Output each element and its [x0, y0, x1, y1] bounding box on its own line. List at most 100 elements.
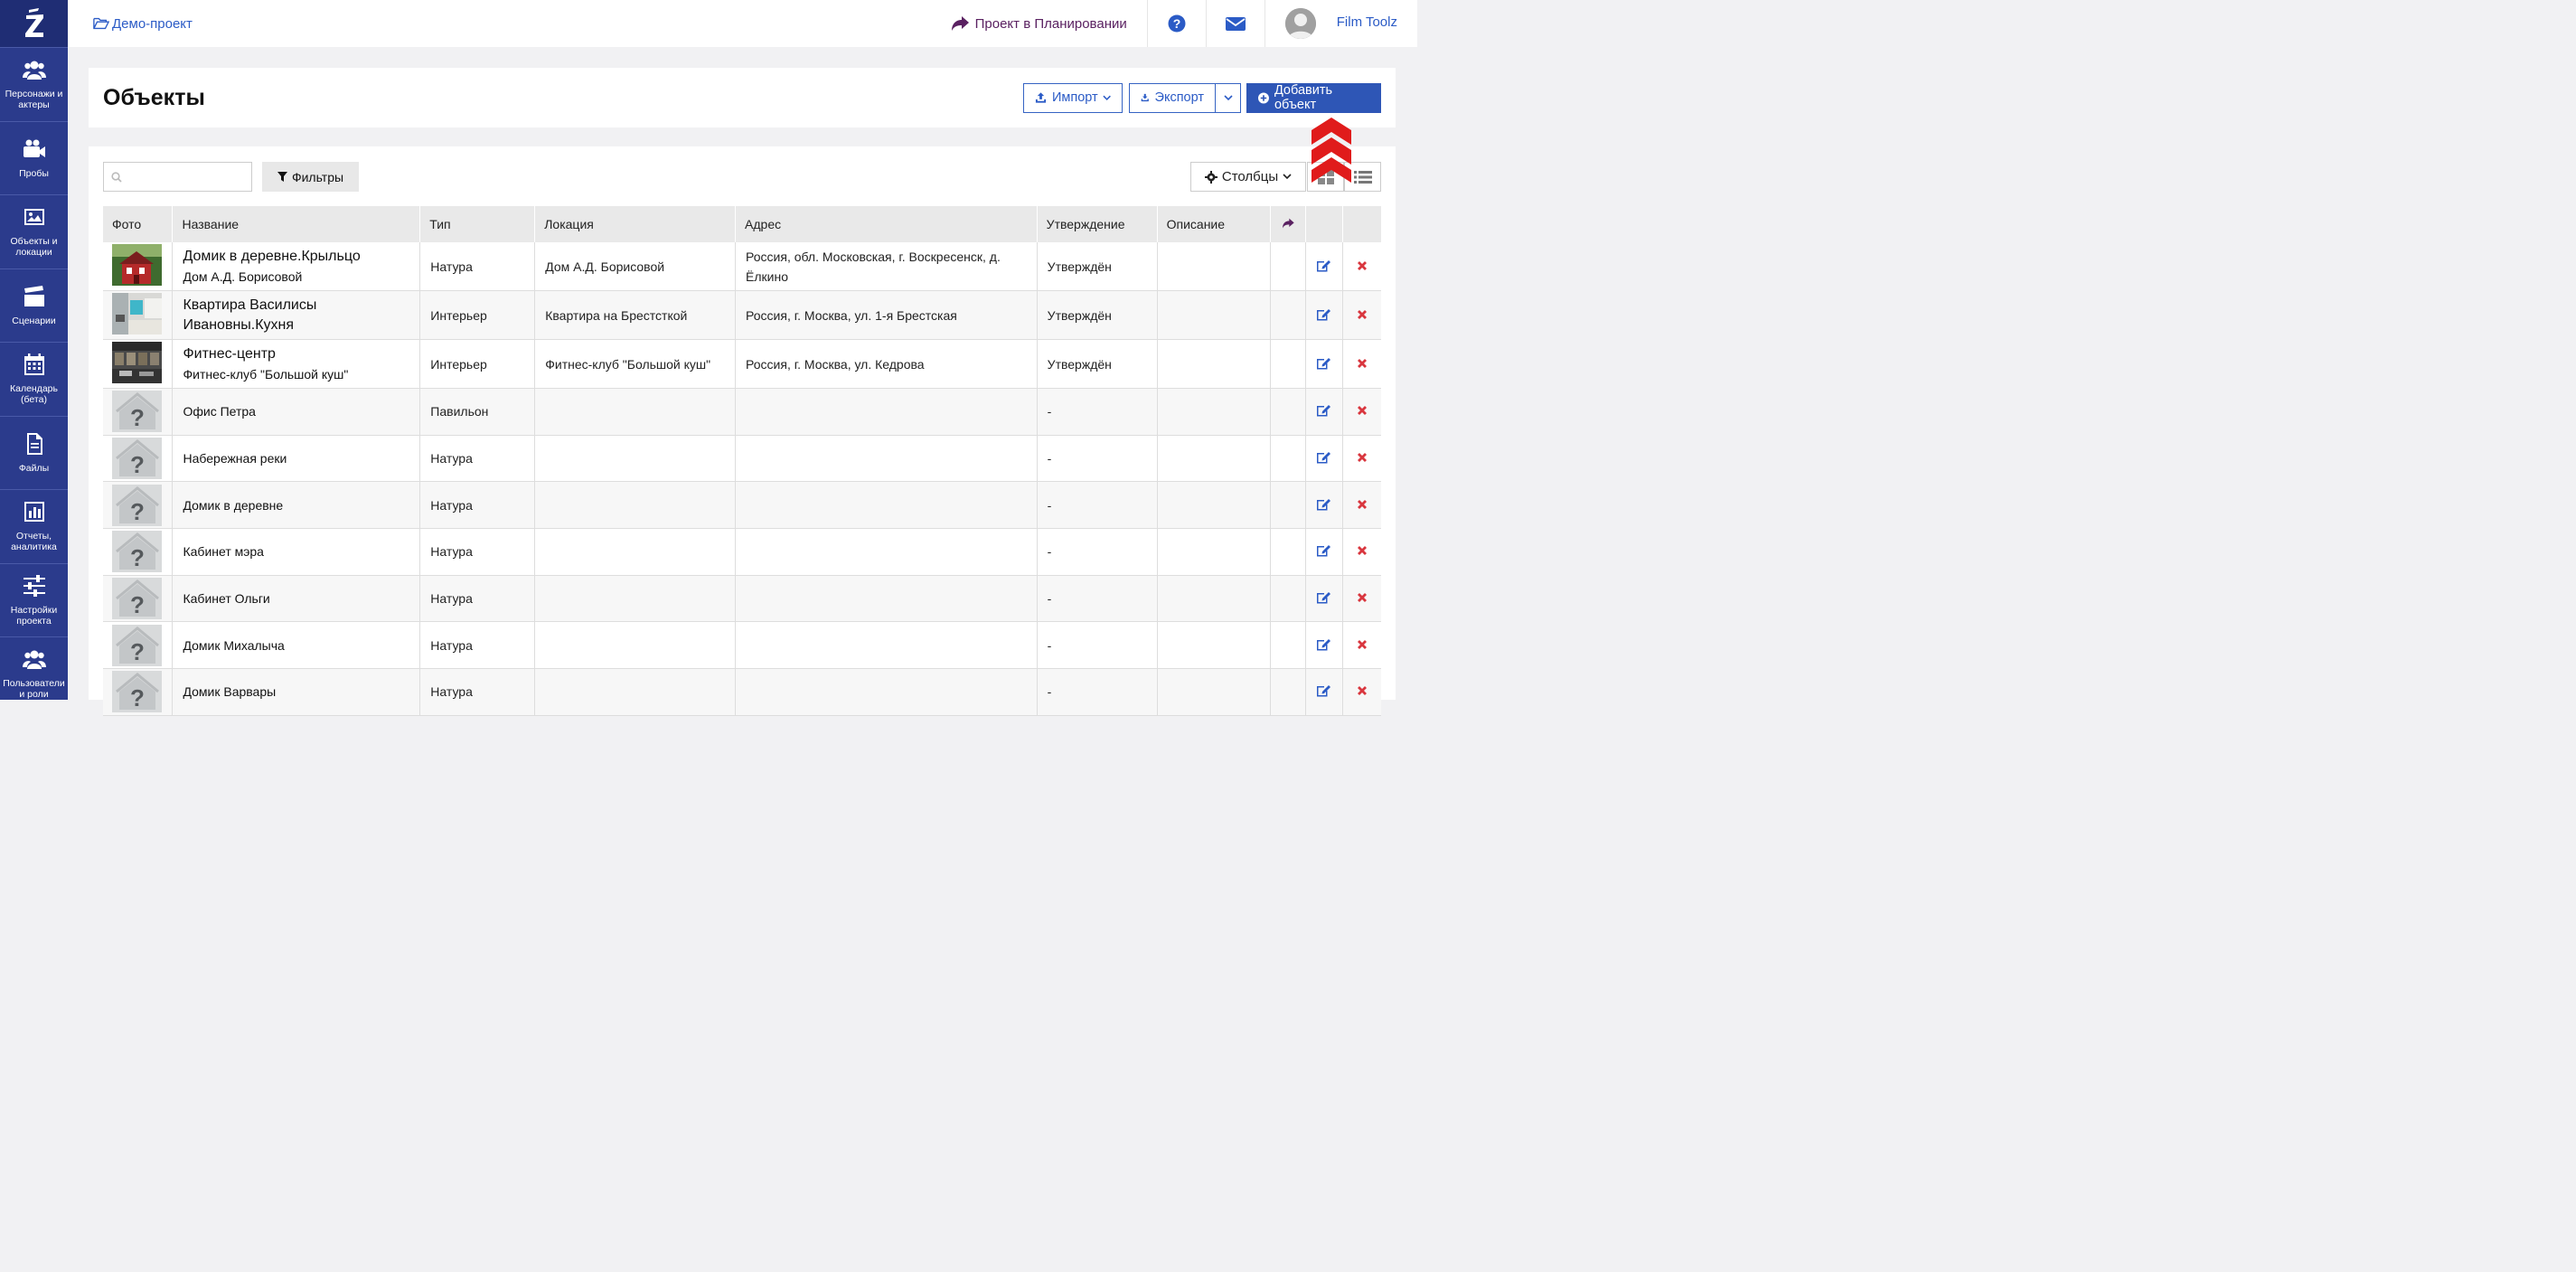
column-header-description[interactable]: Описание — [1157, 206, 1271, 242]
column-header-photo[interactable]: Фото — [103, 206, 174, 242]
photo-cell[interactable]: ? — [103, 668, 174, 716]
share-arrow-icon — [951, 16, 969, 31]
add-object-button[interactable]: Добавить объект — [1246, 82, 1381, 113]
edit-icon[interactable] — [1316, 590, 1331, 604]
photo-cell[interactable]: ? — [103, 621, 174, 670]
svg-text:?: ? — [1172, 16, 1180, 31]
page-header: Объекты Импорт Экспорт Добавить объект — [89, 68, 1396, 127]
filters-button[interactable]: Фильтры — [262, 162, 359, 192]
type-cell: Натура — [419, 242, 536, 291]
table-row[interactable]: ? Кабинет Ольги Натура - — [103, 575, 1381, 623]
sidebar-item-characters[interactable]: Персонажи и актеры — [0, 47, 68, 121]
delete-icon[interactable] — [1357, 592, 1368, 603]
export-options-button[interactable] — [1216, 82, 1241, 113]
export-button[interactable]: Экспорт — [1129, 82, 1216, 113]
object-subtitle[interactable]: Домик Михалыча — [183, 636, 409, 655]
table-row[interactable]: ? Кабинет мэра Натура - — [103, 528, 1381, 576]
sidebar-item-calendar[interactable]: Календарь (бета) — [0, 342, 68, 416]
edit-icon[interactable] — [1316, 683, 1331, 697]
name-cell: Домик в деревне.Крыльцо Дом А.Д. Борисово… — [172, 242, 421, 291]
project-link[interactable]: Демо-проект — [93, 16, 193, 32]
table-row[interactable]: ? Домик Варвары Натура - — [103, 668, 1381, 716]
object-subtitle[interactable]: Фитнес-клуб "Большой куш" — [183, 364, 409, 384]
project-status-link[interactable]: Проект в Планировании — [951, 0, 1148, 47]
column-header-share[interactable] — [1270, 206, 1306, 242]
table-row[interactable]: ? Офис Петра Павильон - — [103, 388, 1381, 436]
import-button[interactable]: Импорт — [1023, 82, 1123, 113]
app-logo[interactable]: Z — [0, 0, 68, 47]
edit-icon[interactable] — [1316, 497, 1331, 511]
edit-icon[interactable] — [1316, 259, 1331, 272]
sidebar-item-auditions[interactable]: Пробы — [0, 120, 68, 195]
table-row[interactable]: ? Домик в деревне Натура - — [103, 481, 1381, 530]
column-header-type[interactable]: Тип — [419, 206, 536, 242]
delete-icon[interactable] — [1357, 405, 1368, 416]
delete-icon[interactable] — [1357, 685, 1368, 696]
approval-cell: - — [1037, 528, 1158, 576]
edit-icon[interactable] — [1316, 450, 1331, 464]
column-header-approval[interactable]: Утверждение — [1037, 206, 1158, 242]
sidebar-item-scripts[interactable]: Сценарии — [0, 268, 68, 343]
object-subtitle[interactable]: Домик в деревне — [183, 495, 409, 515]
delete-icon[interactable] — [1357, 260, 1368, 271]
help-button[interactable]: ? — [1148, 0, 1207, 47]
columns-button[interactable]: Столбцы — [1190, 162, 1306, 192]
house-question-icon: ? — [115, 579, 159, 618]
house-question-icon: ? — [115, 532, 159, 571]
photo-cell[interactable]: ? — [103, 481, 174, 530]
description-cell — [1157, 388, 1271, 436]
name-cell: Домик Михалыча — [172, 621, 421, 670]
sidebar-item-files[interactable]: Файлы — [0, 415, 68, 490]
name-cell: Офис Петра — [172, 388, 421, 436]
image-icon — [24, 209, 44, 226]
column-header-name[interactable]: Название — [172, 206, 421, 242]
delete-icon[interactable] — [1357, 499, 1368, 510]
object-subtitle[interactable]: Офис Петра — [183, 401, 409, 421]
share-cell — [1270, 668, 1306, 716]
column-header-location[interactable]: Локация — [534, 206, 737, 242]
object-title[interactable]: Домик в деревне.Крыльцо — [183, 247, 409, 267]
object-title[interactable]: Фитнес-центр — [183, 344, 409, 364]
delete-icon[interactable] — [1357, 358, 1368, 369]
messages-button[interactable] — [1207, 0, 1265, 47]
object-subtitle[interactable]: Кабинет мэра — [183, 542, 409, 561]
table-row[interactable]: ? Домик Михалыча Натура - — [103, 621, 1381, 670]
photo-cell[interactable] — [103, 339, 174, 389]
table-row[interactable]: Фитнес-центр Фитнес-клуб "Большой куш" Инт… — [103, 339, 1381, 389]
sidebar-item-users[interactable]: Пользователи и роли — [0, 636, 68, 711]
object-subtitle[interactable]: Дом А.Д. Борисовой — [183, 267, 409, 287]
photo-cell[interactable] — [103, 290, 174, 340]
edit-icon[interactable] — [1316, 356, 1331, 370]
user-menu[interactable]: Film Toolz — [1265, 0, 1417, 47]
table-row[interactable]: Квартира Василисы Ивановны.Кухня Интерьер… — [103, 290, 1381, 340]
photo-cell[interactable]: ? — [103, 435, 174, 483]
delete-icon[interactable] — [1357, 545, 1368, 556]
edit-icon[interactable] — [1316, 307, 1331, 321]
search-input[interactable] — [103, 162, 252, 192]
column-header-address[interactable]: Адрес — [735, 206, 1038, 242]
share-cell — [1270, 481, 1306, 530]
add-object-label: Добавить объект — [1274, 83, 1333, 112]
sidebar-item-label: Файлы — [18, 462, 50, 474]
sidebar-item-objects[interactable]: Объекты и локации — [0, 194, 68, 269]
edit-icon[interactable] — [1316, 543, 1331, 557]
chevron-down-icon — [1223, 94, 1233, 100]
edit-icon[interactable] — [1316, 403, 1331, 417]
photo-cell[interactable]: ? — [103, 528, 174, 576]
delete-icon[interactable] — [1357, 309, 1368, 320]
delete-icon[interactable] — [1357, 639, 1368, 650]
object-subtitle[interactable]: Домик Варвары — [183, 682, 409, 702]
table-row[interactable]: Домик в деревне.Крыльцо Дом А.Д. Борисово… — [103, 242, 1381, 291]
sidebar-item-reports[interactable]: Отчеты, аналитика — [0, 489, 68, 563]
sidebar-item-settings[interactable]: Настройки проекта — [0, 562, 68, 637]
photo-cell[interactable]: ? — [103, 575, 174, 623]
photo-cell[interactable] — [103, 242, 174, 291]
object-subtitle[interactable]: Набережная реки — [183, 448, 409, 468]
object-subtitle[interactable]: Кабинет Ольги — [183, 589, 409, 608]
photo-cell[interactable]: ? — [103, 388, 174, 436]
delete-icon[interactable] — [1357, 452, 1368, 463]
edit-icon[interactable] — [1316, 637, 1331, 651]
sidebar-item-label: Сценарии — [12, 315, 56, 326]
table-row[interactable]: ? Набережная реки Натура - — [103, 435, 1381, 483]
object-title[interactable]: Квартира Василисы Ивановны.Кухня — [183, 296, 409, 335]
